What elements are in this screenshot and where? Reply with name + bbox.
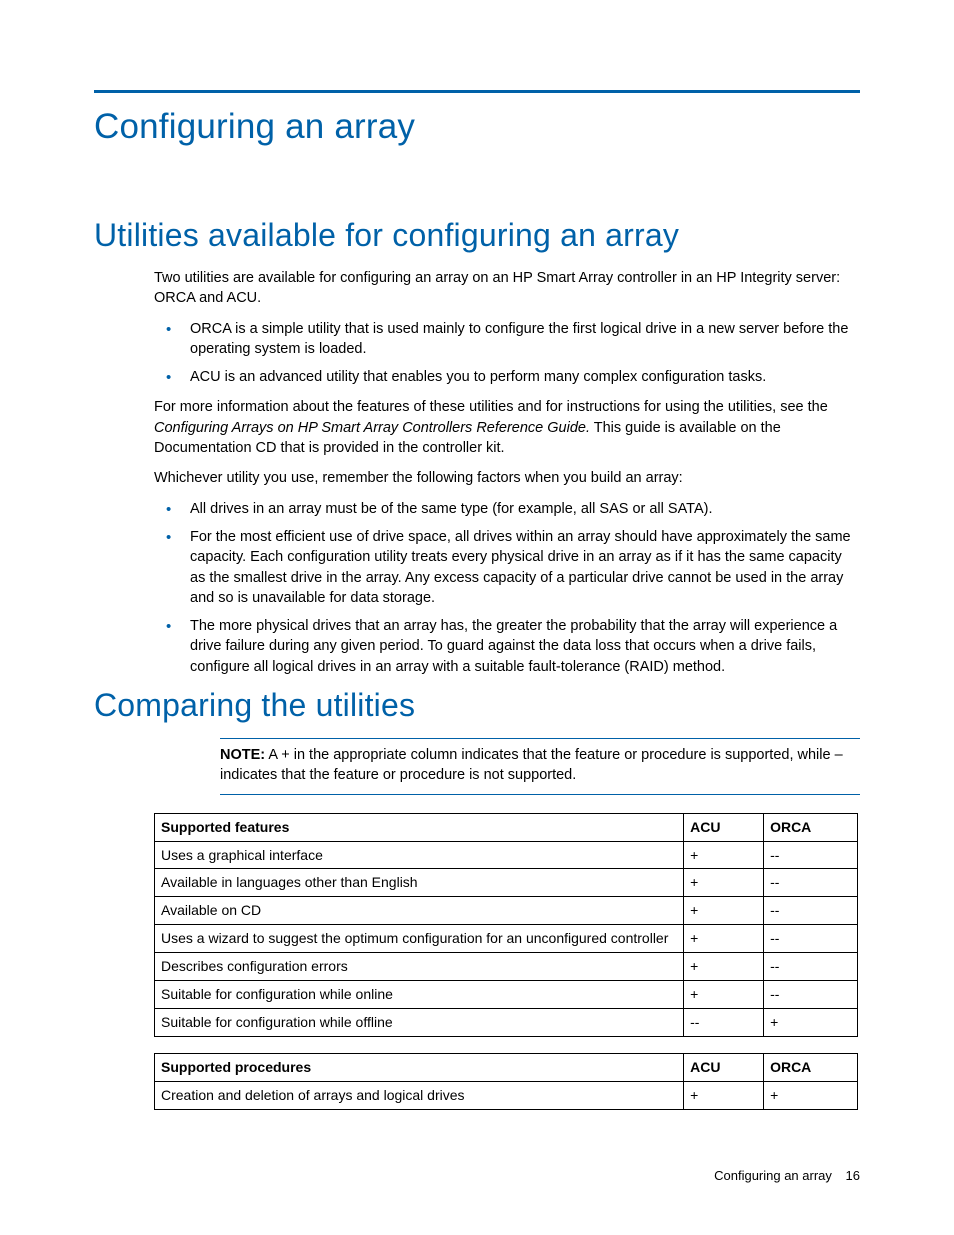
cell-orca: -- — [764, 897, 858, 925]
list-item: For the most efficient use of drive spac… — [154, 527, 860, 608]
reference-guide-title: Configuring Arrays on HP Smart Array Con… — [154, 420, 590, 436]
cell-acu: + — [684, 953, 764, 981]
table-row: Available on CD + -- — [155, 897, 858, 925]
cell-orca: + — [764, 1008, 858, 1036]
col-header-procedure: Supported procedures — [155, 1053, 684, 1081]
cell-acu: + — [684, 1081, 764, 1109]
supported-features-table: Supported features ACU ORCA Uses a graph… — [154, 813, 858, 1037]
col-header-feature: Supported features — [155, 813, 684, 841]
cell-acu: + — [684, 841, 764, 869]
text-run: For more information about the features … — [154, 399, 828, 415]
factors-paragraph: Whichever utility you use, remember the … — [154, 468, 860, 488]
list-item: All drives in an array must be of the sa… — [154, 499, 860, 519]
intro-paragraph: Two utilities are available for configur… — [154, 268, 860, 309]
cell-feature: Describes configuration errors — [155, 953, 684, 981]
cell-orca: -- — [764, 925, 858, 953]
cell-orca: -- — [764, 841, 858, 869]
footer-page-number: 16 — [846, 1168, 860, 1183]
bullet-list-1: ORCA is a simple utility that is used ma… — [154, 319, 860, 388]
table-row: Describes configuration errors + -- — [155, 953, 858, 981]
cell-procedure: Creation and deletion of arrays and logi… — [155, 1081, 684, 1109]
cell-orca: -- — [764, 869, 858, 897]
more-info-paragraph: For more information about the features … — [154, 397, 860, 458]
table-row: Uses a graphical interface + -- — [155, 841, 858, 869]
page-footer: Configuring an array 16 — [714, 1168, 860, 1183]
table-header-row: Supported features ACU ORCA — [155, 813, 858, 841]
cell-acu: + — [684, 925, 764, 953]
cell-orca: + — [764, 1081, 858, 1109]
cell-feature: Uses a wizard to suggest the optimum con… — [155, 925, 684, 953]
cell-acu: + — [684, 980, 764, 1008]
list-item: The more physical drives that an array h… — [154, 616, 860, 677]
cell-feature: Suitable for configuration while offline — [155, 1008, 684, 1036]
cell-feature: Suitable for configuration while online — [155, 980, 684, 1008]
table-row: Suitable for configuration while offline… — [155, 1008, 858, 1036]
cell-acu: + — [684, 869, 764, 897]
note-text: A + in the appropriate column indicates … — [220, 747, 843, 783]
page: Configuring an array Utilities available… — [0, 0, 954, 1235]
col-header-acu: ACU — [684, 813, 764, 841]
col-header-orca: ORCA — [764, 813, 858, 841]
cell-acu: -- — [684, 1008, 764, 1036]
table-row: Uses a wizard to suggest the optimum con… — [155, 925, 858, 953]
table-row: Creation and deletion of arrays and logi… — [155, 1081, 858, 1109]
cell-feature: Available on CD — [155, 897, 684, 925]
cell-orca: -- — [764, 980, 858, 1008]
cell-acu: + — [684, 897, 764, 925]
table-header-row: Supported procedures ACU ORCA — [155, 1053, 858, 1081]
note-block: NOTE: A + in the appropriate column indi… — [220, 738, 860, 795]
section-heading-utilities: Utilities available for configuring an a… — [94, 217, 860, 254]
col-header-acu: ACU — [684, 1053, 764, 1081]
supported-procedures-table: Supported procedures ACU ORCA Creation a… — [154, 1053, 858, 1110]
section1-body: Two utilities are available for configur… — [154, 268, 860, 677]
list-item: ORCA is a simple utility that is used ma… — [154, 319, 860, 360]
note-label: NOTE: — [220, 747, 265, 763]
table-row: Available in languages other than Englis… — [155, 869, 858, 897]
col-header-orca: ORCA — [764, 1053, 858, 1081]
bullet-list-2: All drives in an array must be of the sa… — [154, 499, 860, 677]
table-row: Suitable for configuration while online … — [155, 980, 858, 1008]
cell-feature: Uses a graphical interface — [155, 841, 684, 869]
top-rule — [94, 90, 860, 93]
page-title: Configuring an array — [94, 107, 860, 147]
footer-section: Configuring an array — [714, 1168, 832, 1183]
list-item: ACU is an advanced utility that enables … — [154, 367, 860, 387]
cell-feature: Available in languages other than Englis… — [155, 869, 684, 897]
section-heading-comparing: Comparing the utilities — [94, 687, 860, 724]
cell-orca: -- — [764, 953, 858, 981]
